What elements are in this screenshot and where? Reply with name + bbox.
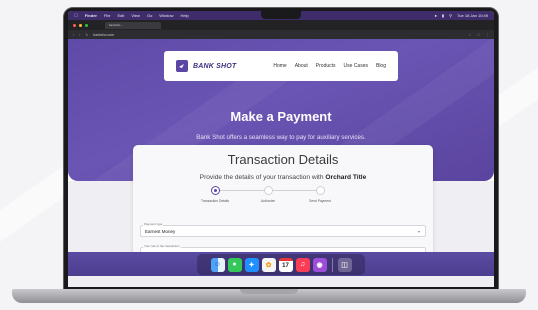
calendar-icon[interactable]: 17 xyxy=(278,257,293,272)
card-subtitle: Provide the details of your transaction … xyxy=(133,174,433,181)
dock-separator xyxy=(331,257,333,272)
apple-icon[interactable]:  xyxy=(74,13,78,19)
card-title: Transaction Details xyxy=(227,152,339,167)
stepper-line xyxy=(271,190,321,191)
menu-status-area: ● ▮ ⚲ Tue 18 Jan 10:49 xyxy=(434,13,488,18)
menu-item-edit[interactable]: Edit xyxy=(117,13,124,18)
page-title: Make a Payment xyxy=(230,109,332,124)
card-subtitle-text: Provide the details of your transaction … xyxy=(199,174,326,181)
menu-icon[interactable]: ⋮ xyxy=(486,33,490,37)
payment-type-value: Earnest Money xyxy=(145,229,176,234)
minimize-window-icon[interactable] xyxy=(79,23,82,27)
menu-app-name[interactable]: Finder xyxy=(85,13,97,18)
nav-link-about[interactable]: About xyxy=(295,63,308,69)
menu-item-view[interactable]: View xyxy=(131,13,140,18)
merchant-name: Orchard Title xyxy=(325,174,367,181)
role-label: Your role in the transaction xyxy=(143,244,181,248)
bookmark-icon[interactable]: ☆ xyxy=(468,33,471,37)
step-label: Send Payment xyxy=(309,199,331,203)
trash-icon[interactable]: ◫ xyxy=(337,257,352,272)
step-label: Authorize xyxy=(261,199,275,203)
site-logo[interactable]: BANK SHOT xyxy=(193,63,236,70)
laptop-base-groove xyxy=(240,289,298,294)
browser-tab-bar: banksho… xyxy=(68,20,494,30)
reload-icon[interactable]: ↻ xyxy=(85,33,88,37)
podcasts-icon[interactable]: ◉ xyxy=(312,257,327,272)
url-field[interactable]: banksho.com xyxy=(93,33,114,37)
menu-clock[interactable]: Tue 18 Jan 10:49 xyxy=(457,13,488,18)
menu-item-help[interactable]: Help xyxy=(181,13,189,18)
site-header: BANK SHOT Home About Products Use Cases … xyxy=(164,51,398,81)
site-nav: Home About Products Use Cases Blog xyxy=(273,63,386,69)
browser-address-bar: ‹ › ↻ banksho.com ☆ □ ⋮ xyxy=(68,30,494,39)
nav-link-home[interactable]: Home xyxy=(273,63,286,69)
laptop-screen:  Finder File Edit View Go Window Help ●… xyxy=(68,11,494,287)
logo-icon[interactable] xyxy=(176,60,188,72)
nav-link-blog[interactable]: Blog xyxy=(376,63,386,69)
payment-type-select[interactable]: Payment type Earnest Money ▾ xyxy=(140,222,426,237)
screen-bottom-area xyxy=(68,276,494,287)
menu-item-file[interactable]: File xyxy=(104,13,110,18)
photos-icon[interactable]: ✿ xyxy=(261,257,276,272)
forward-icon[interactable]: › xyxy=(79,33,80,37)
camera-notch xyxy=(261,11,301,19)
search-icon[interactable]: ⚲ xyxy=(449,13,452,18)
transaction-card: Transaction Details Provide the details … xyxy=(133,145,433,265)
dock: ☺ ● ✦ ✿ 17 ♫ ◉ ◫ xyxy=(197,254,365,275)
extensions-icon[interactable]: □ xyxy=(477,33,479,37)
back-icon[interactable]: ‹ xyxy=(73,33,74,37)
nav-link-use-cases[interactable]: Use Cases xyxy=(344,63,368,69)
wifi-icon[interactable]: ● xyxy=(434,13,436,18)
step-dot-authorize[interactable] xyxy=(264,186,273,195)
payment-type-label: Payment type xyxy=(143,222,164,226)
step-label: Transaction Details xyxy=(200,199,230,203)
nav-link-products[interactable]: Products xyxy=(316,63,336,69)
browser-tab[interactable]: banksho… xyxy=(105,21,161,29)
step-dot-send-payment[interactable] xyxy=(316,186,325,195)
close-window-icon[interactable] xyxy=(73,23,76,27)
browser-actions: ☆ □ ⋮ xyxy=(468,33,489,37)
chevron-down-icon: ▾ xyxy=(417,229,420,234)
page-subtitle: Bank Shot offers a seamless way to pay f… xyxy=(196,134,366,141)
music-icon[interactable]: ♫ xyxy=(295,257,310,272)
browser-tab-title: banksho… xyxy=(109,23,124,27)
maximize-window-icon[interactable] xyxy=(85,23,88,27)
safari-icon[interactable]: ✦ xyxy=(244,257,259,272)
calendar-day: 17 xyxy=(282,263,289,269)
finder-icon[interactable]: ☺ xyxy=(210,257,225,272)
menu-item-go[interactable]: Go xyxy=(147,13,152,18)
menu-item-window[interactable]: Window xyxy=(159,13,173,18)
messages-icon[interactable]: ● xyxy=(227,257,242,272)
progress-stepper: Transaction Details Authorize Send Payme… xyxy=(201,186,363,208)
battery-icon[interactable]: ▮ xyxy=(442,13,444,18)
step-dot-transaction-details[interactable] xyxy=(211,186,220,195)
stepper-line xyxy=(217,190,269,191)
